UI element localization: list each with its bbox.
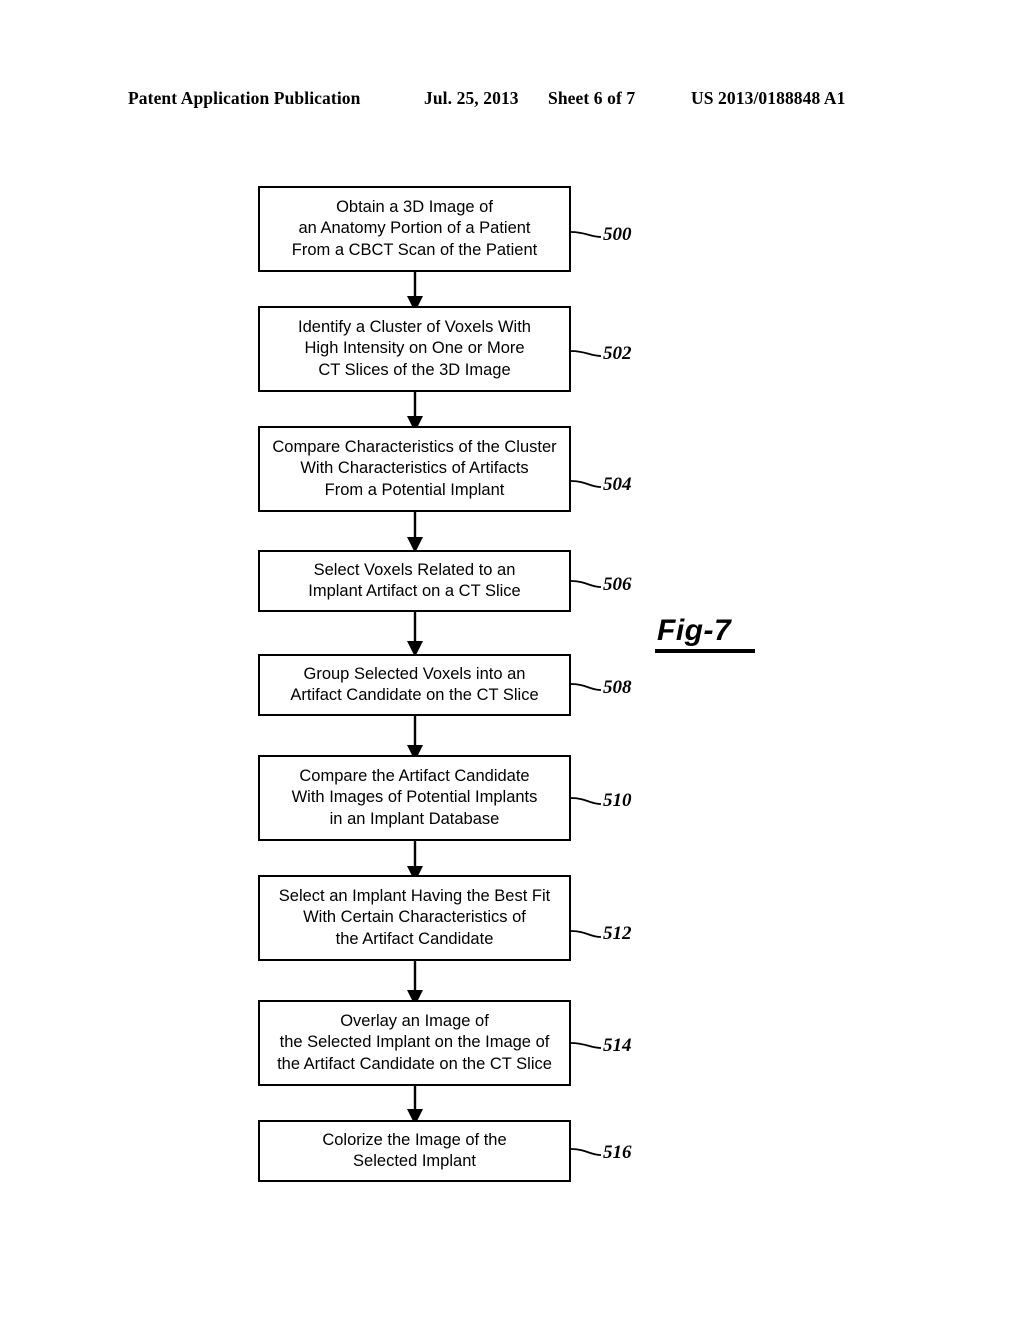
flow-step-516[interactable]: Colorize the Image of the Selected Impla… xyxy=(258,1120,571,1182)
flow-step-502-line-1: Identify a Cluster of Voxels With xyxy=(298,317,531,336)
flow-step-500[interactable]: Obtain a 3D Image of an Anatomy Portion … xyxy=(258,186,571,272)
flow-step-500-line-2: an Anatomy Portion of a Patient xyxy=(298,219,531,238)
flow-step-514-line-3: the Artifact Candidate on the CT Slice xyxy=(277,1054,552,1073)
flow-step-516-line-2: Selected Implant xyxy=(353,1152,476,1170)
flow-step-508[interactable]: Group Selected Voxels into an Artifact C… xyxy=(258,654,571,716)
flow-step-512-line-3: the Artifact Candidate xyxy=(335,929,494,948)
flow-step-510[interactable]: Compare the Artifact Candidate With Imag… xyxy=(258,755,571,841)
flow-step-502-line-2: High Intensity on One or More xyxy=(304,339,525,358)
flow-ref-512: 512 xyxy=(603,923,632,944)
flow-ref-504: 504 xyxy=(603,474,632,495)
flow-step-512-line-1: Select an Implant Having the Best Fit xyxy=(278,886,551,905)
flow-step-506-line-2: Implant Artifact on a CT Slice xyxy=(308,582,521,600)
flow-step-504-line-2: With Characteristics of Artifacts xyxy=(300,459,529,478)
flow-step-510-line-3: in an Implant Database xyxy=(329,809,500,828)
flow-step-502[interactable]: Identify a Cluster of Voxels With High I… xyxy=(258,306,571,392)
flow-step-508-line-1: Group Selected Voxels into an xyxy=(303,664,526,683)
flow-step-504-line-3: From a Potential Implant xyxy=(324,480,505,499)
flow-step-504-line-1: Compare Characteristics of the Cluster xyxy=(272,437,557,456)
flow-step-512-line-2: With Certain Characteristics of xyxy=(303,908,526,927)
flow-ref-510: 510 xyxy=(603,790,632,811)
figure-label: Fig-7 xyxy=(657,614,732,647)
flow-ref-506: 506 xyxy=(603,574,632,595)
flow-ref-514: 514 xyxy=(603,1035,632,1056)
flow-step-512[interactable]: Select an Implant Having the Best Fit Wi… xyxy=(258,875,571,961)
flowchart-diagram: Obtain a 3D Image of an Anatomy Portion … xyxy=(0,0,1024,1320)
flow-step-510-line-2: With Images of Potential Implants xyxy=(291,788,538,807)
flow-ref-500: 500 xyxy=(603,224,632,245)
flow-step-500-line-1: Obtain a 3D Image of xyxy=(336,197,493,216)
flow-step-506-line-1: Select Voxels Related to an xyxy=(313,560,516,579)
flow-ref-508: 508 xyxy=(603,677,632,698)
flow-step-516-line-1: Colorize the Image of the xyxy=(322,1130,507,1149)
flow-ref-502: 502 xyxy=(603,343,632,364)
flow-ref-516: 516 xyxy=(603,1142,632,1163)
flow-step-502-line-3: CT Slices of the 3D Image xyxy=(318,360,511,379)
figure-label-underline xyxy=(655,649,755,653)
flow-step-506[interactable]: Select Voxels Related to an Implant Arti… xyxy=(258,550,571,612)
flow-step-514-line-2: the Selected Implant on the Image of xyxy=(279,1033,550,1052)
flow-step-514[interactable]: Overlay an Image of the Selected Implant… xyxy=(258,1000,571,1086)
flow-step-508-line-2: Artifact Candidate on the CT Slice xyxy=(290,686,539,704)
flow-step-510-line-1: Compare the Artifact Candidate xyxy=(299,766,530,785)
flow-step-500-line-3: From a CBCT Scan of the Patient xyxy=(291,240,538,259)
flow-step-504[interactable]: Compare Characteristics of the Cluster W… xyxy=(258,426,571,512)
flow-step-514-line-1: Overlay an Image of xyxy=(340,1011,489,1030)
